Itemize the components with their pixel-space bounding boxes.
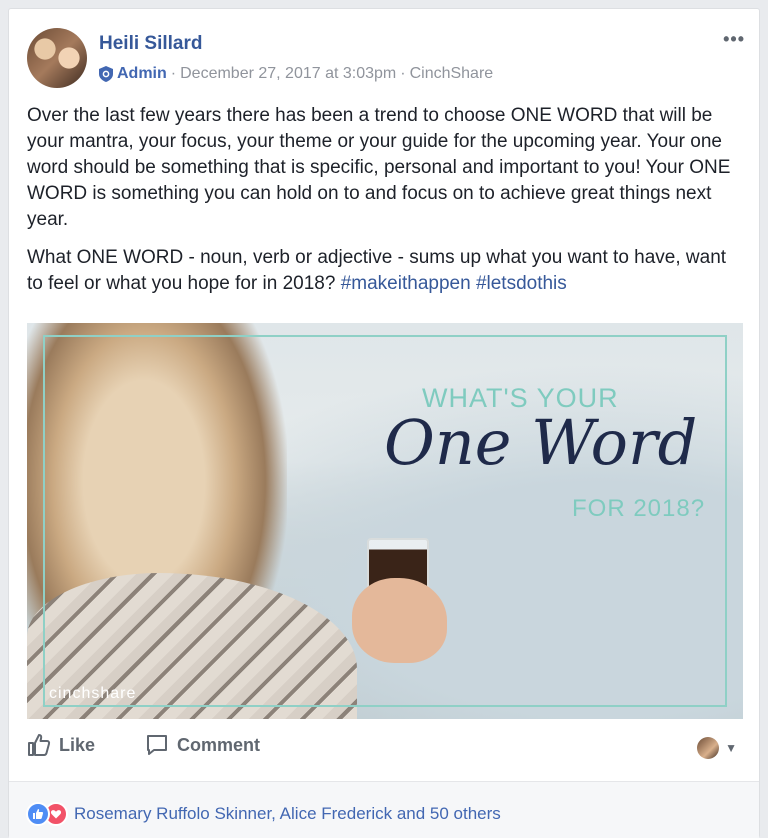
post-as-selector[interactable]: ▼ — [697, 737, 737, 759]
like-reaction-icon — [26, 802, 50, 826]
admin-badge[interactable]: Admin — [117, 65, 167, 83]
image-headline-main: One Word — [384, 406, 698, 479]
like-button[interactable]: Like — [27, 733, 95, 757]
thumbs-up-icon — [28, 734, 51, 756]
viewer-avatar — [697, 737, 720, 759]
admin-shield-icon — [99, 66, 113, 82]
reactors-text[interactable]: Rosemary Ruffolo Skinner, Alice Frederic… — [74, 804, 501, 824]
post-date[interactable]: December 27, 2017 at 3:03pm — [180, 65, 396, 83]
post-actions: Like Comment ▼ — [27, 733, 743, 767]
reactions-summary[interactable]: Rosemary Ruffolo Skinner, Alice Frederic… — [26, 802, 501, 826]
like-label: Like — [59, 734, 96, 755]
post-text: Over the last few years there has been a… — [27, 103, 747, 309]
post-paragraph-2: What ONE WORD - noun, verb or adjective … — [27, 245, 747, 297]
post-card: Heili Sillard Admin · December 27, 2017 … — [8, 8, 760, 838]
comment-label: Comment — [177, 734, 261, 755]
reactions-footer: Rosemary Ruffolo Skinner, Alice Frederic… — [9, 782, 759, 838]
post-source[interactable]: CinchShare — [410, 65, 494, 83]
post-meta: Admin · December 27, 2017 at 3:03pm · Ci… — [99, 65, 493, 83]
author-name[interactable]: Heili Sillard — [99, 33, 202, 55]
comment-button[interactable]: Comment — [145, 733, 260, 757]
comment-bubble-icon — [147, 735, 167, 755]
hashtag-letsdothis[interactable]: #letsdothis — [476, 273, 567, 294]
post-paragraph-1: Over the last few years there has been a… — [27, 105, 731, 230]
post-image[interactable]: WHAT'S YOUR One Word FOR 2018? cinchshar… — [27, 323, 743, 719]
caret-down-icon: ▼ — [725, 741, 737, 755]
meta-separator: · — [170, 65, 177, 82]
more-options-icon[interactable]: ••• — [723, 29, 745, 50]
image-brand-logo: cinchshare — [49, 685, 137, 702]
meta-separator: · — [400, 65, 406, 82]
image-headline-bottom: FOR 2018? — [572, 495, 706, 522]
author-avatar[interactable] — [27, 28, 87, 88]
hashtag-makeithappen[interactable]: #makeithappen — [341, 273, 471, 294]
